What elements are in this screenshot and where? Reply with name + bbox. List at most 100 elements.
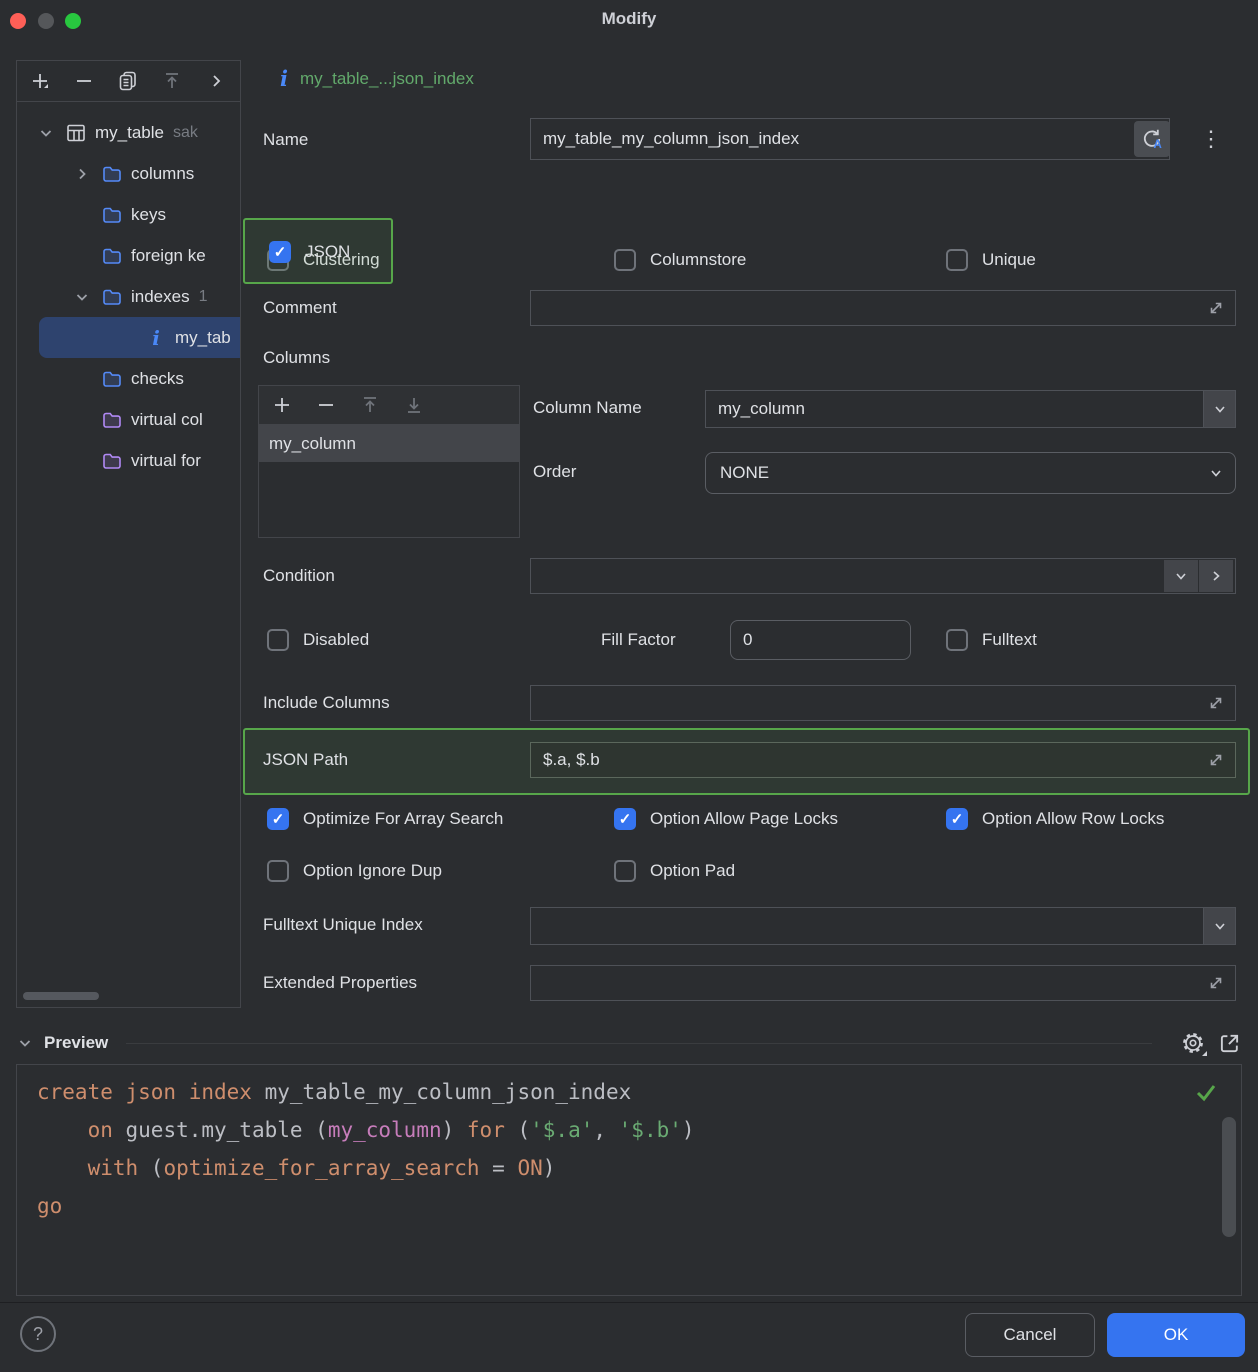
tree-item-virtual-columns[interactable]: virtual col: [17, 399, 240, 440]
svg-text:A: A: [1154, 139, 1162, 151]
checkbox-option-allow-row-locks[interactable]: ✓ Option Allow Row Locks: [946, 805, 1164, 833]
checkbox-columnstore[interactable]: Columnstore: [614, 246, 746, 274]
column-list-item[interactable]: my_column: [259, 425, 519, 462]
tree-item-label: keys: [131, 205, 166, 225]
include-columns-input[interactable]: [530, 685, 1236, 721]
checkbox-option-pad[interactable]: Option Pad: [614, 857, 735, 885]
chevron-right-icon[interactable]: [205, 70, 226, 92]
chevron-down-icon[interactable]: [1209, 466, 1223, 480]
json-path-input[interactable]: [530, 742, 1236, 778]
valid-checkmark-icon: [1193, 1079, 1219, 1105]
checkbox-label: Fulltext: [982, 630, 1037, 650]
form-title: my_table_...json_index: [300, 69, 474, 89]
move-down-icon: [403, 394, 425, 416]
expand-icon[interactable]: [1206, 973, 1226, 993]
remove-icon[interactable]: [73, 70, 95, 92]
table-icon: [65, 122, 87, 144]
open-in-new-icon[interactable]: [1216, 1030, 1242, 1056]
checkbox-label: Option Ignore Dup: [303, 861, 442, 881]
order-combobox[interactable]: NONE: [705, 452, 1236, 494]
checkbox-box[interactable]: ✓: [946, 808, 968, 830]
checkbox-json[interactable]: ✓ JSON: [269, 238, 350, 266]
checkbox-box[interactable]: [267, 860, 289, 882]
fill-factor-label: Fill Factor: [601, 630, 676, 650]
expand-icon[interactable]: [1206, 298, 1226, 318]
condition-input[interactable]: [530, 558, 1236, 594]
footer-divider: [0, 1302, 1258, 1303]
column-name-value[interactable]: my_column: [706, 399, 1203, 419]
checkbox-box[interactable]: ✓: [267, 808, 289, 830]
chevron-down-icon[interactable]: [1203, 908, 1235, 944]
chevron-down-icon[interactable]: [1203, 391, 1235, 427]
checkbox-optimize-for-array-search[interactable]: ✓ Optimize For Array Search: [267, 805, 503, 833]
tree-item-my-table[interactable]: my_table sak: [17, 112, 240, 153]
sql-preview-panel: create json index my_table_my_column_jso…: [16, 1064, 1242, 1296]
form-header: i my_table_...json_index: [280, 68, 474, 89]
add-icon[interactable]: [29, 70, 51, 92]
add-icon[interactable]: [271, 394, 293, 416]
folder-icon: [101, 409, 123, 431]
copy-icon[interactable]: [117, 70, 139, 92]
expand-icon[interactable]: [1206, 693, 1226, 713]
checkbox-option-allow-page-locks[interactable]: ✓ Option Allow Page Locks: [614, 805, 838, 833]
tree-indent: [73, 370, 91, 388]
dropdown-triangle: [1202, 1051, 1207, 1056]
checkbox-label: Unique: [982, 250, 1036, 270]
ok-button[interactable]: OK: [1107, 1313, 1245, 1357]
divider: [126, 1043, 1152, 1044]
horizontal-scrollbar[interactable]: [23, 992, 99, 1000]
chevron-right-icon[interactable]: [73, 165, 91, 183]
tree-item-virtual-foreign-keys[interactable]: virtual for: [17, 440, 240, 481]
order-value[interactable]: NONE: [706, 463, 1209, 483]
help-label: ?: [33, 1324, 43, 1345]
checkbox-box[interactable]: [946, 629, 968, 651]
checkbox-fulltext[interactable]: Fulltext: [946, 626, 1037, 654]
chevron-down-icon[interactable]: [37, 124, 55, 142]
name-label: Name: [263, 130, 308, 150]
folder-icon: [101, 450, 123, 472]
chevron-down-icon[interactable]: [16, 1035, 34, 1051]
folder-icon: [101, 286, 123, 308]
tree-item-suffix: sak: [173, 124, 198, 142]
checkbox-box[interactable]: [614, 860, 636, 882]
preview-label[interactable]: Preview: [44, 1033, 108, 1053]
remove-icon[interactable]: [315, 394, 337, 416]
tree-item-label: foreign ke: [131, 246, 206, 266]
checkbox-box[interactable]: [267, 629, 289, 651]
more-options-icon[interactable]: ⋮: [1196, 124, 1226, 154]
gear-icon[interactable]: [1180, 1030, 1206, 1056]
chevron-right-icon[interactable]: [1199, 560, 1233, 592]
chevron-down-icon[interactable]: [73, 288, 91, 306]
checkbox-disabled[interactable]: Disabled: [267, 626, 369, 654]
comment-label: Comment: [263, 298, 337, 318]
tree-body: my_table sak columns keys foreign ke: [17, 102, 240, 481]
checkbox-unique[interactable]: Unique: [946, 246, 1036, 274]
fill-factor-input[interactable]: [730, 620, 911, 660]
modify-dialog: Modify my_table sa: [0, 0, 1258, 1372]
regenerate-name-icon[interactable]: A: [1134, 121, 1170, 157]
vertical-scrollbar[interactable]: [1222, 1117, 1236, 1237]
fulltext-unique-index-label: Fulltext Unique Index: [263, 915, 423, 935]
json-path-label: JSON Path: [263, 750, 348, 770]
tree-item-checks[interactable]: checks: [17, 358, 240, 399]
checkbox-label: Optimize For Array Search: [303, 809, 503, 829]
comment-input[interactable]: [530, 290, 1236, 326]
tree-item-keys[interactable]: keys: [17, 194, 240, 235]
checkbox-box[interactable]: ✓: [269, 241, 291, 263]
tree-item-foreign-keys[interactable]: foreign ke: [17, 235, 240, 276]
name-input[interactable]: [530, 118, 1170, 160]
checkbox-box[interactable]: [946, 249, 968, 271]
chevron-down-icon[interactable]: [1164, 560, 1198, 592]
checkbox-option-ignore-dup[interactable]: Option Ignore Dup: [267, 857, 442, 885]
help-icon[interactable]: ?: [20, 1316, 56, 1352]
checkbox-box[interactable]: ✓: [614, 808, 636, 830]
cancel-button[interactable]: Cancel: [965, 1313, 1095, 1357]
fulltext-unique-index-combobox[interactable]: [530, 907, 1236, 945]
checkbox-box[interactable]: [614, 249, 636, 271]
expand-icon[interactable]: [1206, 750, 1226, 770]
tree-item-my-index-selected[interactable]: i my_tab: [39, 317, 240, 358]
column-name-combobox[interactable]: my_column: [705, 390, 1236, 428]
tree-item-indexes[interactable]: indexes 1: [17, 276, 240, 317]
extended-properties-input[interactable]: [530, 965, 1236, 1001]
tree-item-columns[interactable]: columns: [17, 153, 240, 194]
